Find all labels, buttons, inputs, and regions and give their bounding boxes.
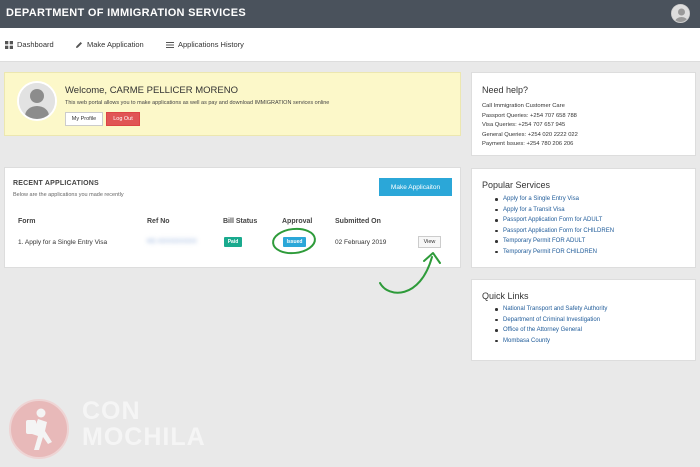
help-line: Payment Issues: +254 780 206 206 — [482, 141, 574, 148]
popular-service-link[interactable]: Temporary Permit FOR ADULT — [494, 236, 614, 247]
bill-status-badge: Paid — [224, 237, 242, 247]
quick-link[interactable]: Department of Criminal Investigation — [494, 315, 607, 326]
nav-make-application-label: Make Application — [87, 40, 144, 49]
help-card: Need help? Call Immigration Customer Car… — [471, 72, 696, 156]
popular-service-link[interactable]: Apply for a Single Entry Visa — [494, 194, 614, 205]
watermark-line-1: CON — [82, 397, 141, 425]
column-header-bill-status: Bill Status — [223, 218, 258, 225]
nav-applications-history[interactable]: Applications History — [166, 40, 244, 49]
watermark-line-2: MOCHILA — [82, 423, 206, 451]
nav-dashboard-label: Dashboard — [17, 40, 54, 49]
nav-applications-history-label: Applications History — [178, 40, 244, 49]
help-line: General Queries: +254 020 2222 022 — [482, 131, 578, 138]
quick-links-card: Quick Links National Transport and Safet… — [471, 279, 696, 361]
view-application-button[interactable]: View — [418, 236, 441, 248]
help-line: Visa Queries: +254 707 657 945 — [482, 122, 566, 129]
approval-status-badge: Issued — [283, 237, 306, 247]
help-title: Need help? — [482, 85, 529, 95]
welcome-card: Welcome, CARME PELLICER MORENO This web … — [4, 72, 461, 136]
nav-dashboard[interactable]: Dashboard — [5, 40, 54, 49]
quick-links-list: National Transport and Safety Authority … — [494, 304, 607, 346]
recent-applications-card: RECENT APPLICATIONS Below are the applic… — [4, 167, 461, 268]
hiker-logo-icon — [9, 399, 69, 459]
quick-link[interactable]: National Transport and Safety Authority — [494, 304, 607, 315]
column-header-approval: Approval — [282, 218, 313, 225]
profile-avatar-icon — [17, 81, 57, 121]
popular-services-title: Popular Services — [482, 180, 551, 190]
popular-service-link[interactable]: Passport Application Form for ADULT — [494, 215, 614, 226]
recent-applications-title: RECENT APPLICATIONS — [13, 180, 99, 187]
quick-link[interactable]: Office of the Attorney General — [494, 325, 607, 336]
welcome-text: This web portal allows you to make appli… — [65, 100, 330, 106]
logout-button[interactable]: Log Out — [106, 112, 140, 126]
popular-service-link[interactable]: Apply for a Transit Visa — [494, 205, 614, 216]
list-icon — [166, 41, 174, 48]
row-submitted-on: 02 February 2019 — [335, 239, 387, 246]
nav-make-application[interactable]: Make Application — [75, 40, 144, 49]
watermark-text: CON MOCHILA — [82, 398, 206, 450]
row-form: 1. Apply for a Single Entry Visa — [18, 239, 108, 246]
dashboard-grid-icon — [5, 40, 13, 49]
row-ref-no: KE-XXXXXXXXX — [147, 238, 197, 245]
welcome-title: Welcome, CARME PELLICER MORENO — [65, 85, 238, 96]
quick-link[interactable]: Mombasa County — [494, 336, 607, 347]
popular-services-list: Apply for a Single Entry Visa Apply for … — [494, 194, 614, 258]
popular-services-card: Popular Services Apply for a Single Entr… — [471, 168, 696, 268]
user-avatar-icon[interactable] — [671, 4, 690, 23]
recent-applications-subtitle: Below are the applications you made rece… — [13, 192, 124, 198]
make-application-button[interactable]: Make Applicaiton — [379, 178, 452, 196]
popular-service-link[interactable]: Temporary Permit FOR CHILDREN — [494, 247, 614, 258]
main-nav: Dashboard Make Application Applications … — [0, 28, 700, 62]
help-lines: Call Immigration Customer Care Passport … — [482, 102, 578, 150]
pencil-icon — [76, 41, 82, 48]
help-line: Passport Queries: +254 707 658 788 — [482, 112, 577, 119]
popular-service-link[interactable]: Passport Application Form for CHILDREN — [494, 226, 614, 237]
column-header-submitted-on: Submitted On — [335, 218, 381, 225]
column-header-ref-no: Ref No — [147, 218, 170, 225]
help-line: Call Immigration Customer Care — [482, 103, 565, 109]
app-title: DEPARTMENT OF IMMIGRATION SERVICES — [6, 7, 246, 19]
column-header-form: Form — [18, 218, 36, 225]
top-bar: DEPARTMENT OF IMMIGRATION SERVICES — [0, 0, 700, 28]
my-profile-button[interactable]: My Profile — [65, 112, 103, 126]
quick-links-title: Quick Links — [482, 291, 529, 301]
